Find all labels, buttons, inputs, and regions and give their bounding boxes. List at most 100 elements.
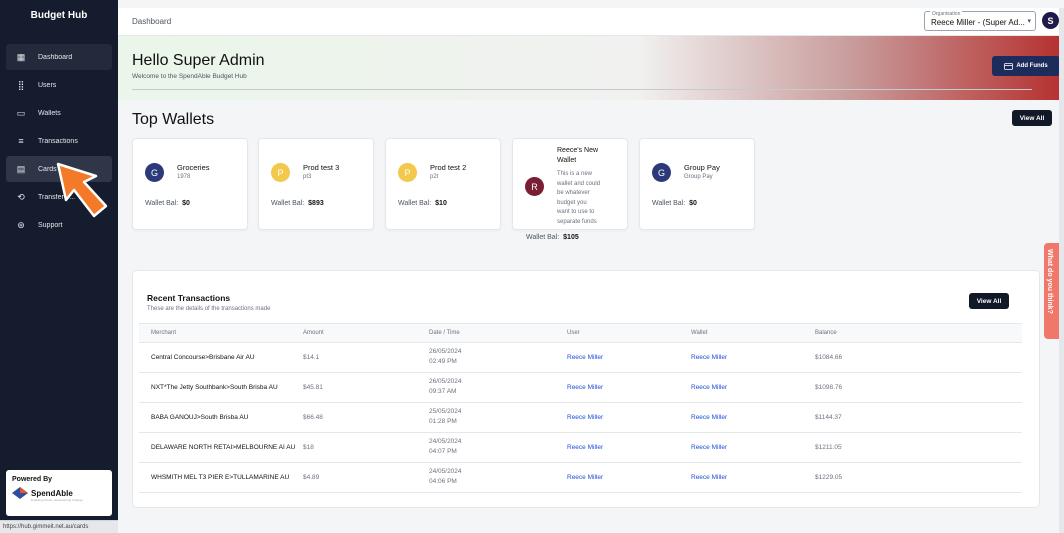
divider [132, 89, 1032, 90]
user-link[interactable]: Reece Miller [567, 384, 603, 391]
wallet-avatar: P [398, 163, 417, 182]
wallet-code: Group Pay [684, 174, 713, 180]
user-link[interactable]: Reece Miller [567, 414, 603, 421]
user-link[interactable]: Reece Miller [567, 354, 603, 361]
user-link[interactable]: Reece Miller [567, 474, 603, 481]
balance-cell: $1229.05 [815, 474, 843, 481]
user-avatar[interactable]: S [1042, 12, 1059, 29]
wallet-avatar: R [525, 177, 544, 196]
wallet-icon: ▭ [16, 107, 26, 118]
logo-text: SpendAble [31, 488, 73, 498]
wallet-link[interactable]: Reece Miller [691, 414, 727, 421]
wallet-card[interactable]: Reece's New Wallet R This is a new walle… [512, 138, 628, 230]
wallet-description: This is a new wallet and could be whatev… [557, 171, 601, 225]
wallet-name: Reece's New Wallet [557, 147, 599, 164]
column-header: User [567, 330, 580, 336]
caret-down-icon: ▾ [1027, 18, 1031, 25]
powered-by-card[interactable]: Powered By SpendAble Enabling Choice, Em… [6, 470, 112, 516]
sidebar-item-label: Users [38, 81, 57, 89]
pointer-arrow-icon [56, 162, 108, 218]
window-edge [1059, 8, 1064, 533]
transactions-icon: ≡ [18, 136, 24, 146]
column-header: Balance [815, 330, 837, 336]
wallet-card[interactable]: P Prod test 3 pt3 Wallet Bal: $893 [258, 138, 374, 230]
table-row[interactable]: WHSMITH MEL T3 PIER E>TULLAMARINE AU $4.… [139, 463, 1022, 493]
amount-cell: $14.1 [303, 354, 320, 361]
dashboard-icon: ▦ [16, 51, 26, 62]
wallet-name: Prod test 3 [303, 163, 340, 172]
sidebar: Budget Hub ▦ Dashboard ⣿ Users ▭ Wallets… [0, 0, 118, 533]
view-all-wallets-button[interactable]: View All [1012, 110, 1052, 126]
wallet-balance: Wallet Bal: $10 [398, 200, 447, 207]
date-cell: 26/05/2024 09:37 AM [429, 378, 462, 395]
sidebar-item-label: Transactions [38, 137, 78, 145]
welcome-subtitle: Welcome to the SpendAble Budget Hub [132, 73, 247, 80]
wallet-balance: Wallet Bal: $0 [652, 200, 697, 207]
column-header: Wallet [691, 330, 708, 336]
wallet-link[interactable]: Reece Miller [691, 354, 727, 361]
users-icon: ⣿ [17, 79, 25, 90]
balance-cell: $1084.66 [815, 354, 843, 361]
add-funds-button[interactable]: Add Funds [992, 56, 1060, 76]
wallet-avatar: G [652, 163, 671, 182]
transactions-subtitle: These are the details of the transaction… [147, 306, 271, 312]
wallet-balance: Wallet Bal: $893 [271, 200, 324, 207]
transactions-title: Recent Transactions [147, 293, 231, 303]
sidebar-item-wallets[interactable]: ▭ Wallets [6, 100, 112, 126]
column-header: Merchant [151, 330, 177, 336]
date-cell: 25/05/2024 01:28 PM [429, 408, 462, 425]
wallet-avatar: G [145, 163, 164, 182]
logo-tagline: Enabling Choice, Empowering Change [31, 498, 83, 502]
wallet-link[interactable]: Reece Miller [691, 444, 727, 451]
table-header: Merchant Amount Date / Time User Wallet … [139, 323, 1022, 343]
transfer-icon: ⟲ [17, 191, 25, 202]
sidebar-item-transactions[interactable]: ≡ Transactions [6, 128, 112, 154]
funds-icon [1004, 62, 1014, 70]
amount-cell: $4.89 [303, 474, 320, 481]
recent-transactions-card: Recent Transactions These are the detail… [132, 270, 1040, 508]
table-row[interactable]: Central Concourse>Brisbane Air AU $14.1 … [139, 343, 1022, 373]
table-row[interactable]: NXT*The Jetty Southbank>South Brisba AU … [139, 373, 1022, 403]
amount-cell: $18 [303, 444, 314, 451]
wallet-name: Prod test 2 [430, 163, 467, 172]
amount-cell: $66.48 [303, 414, 323, 421]
wallet-balance: Wallet Bal: $0 [145, 200, 190, 207]
balance-cell: $1144.37 [815, 414, 842, 421]
wallet-balance: Wallet Bal: $105 [526, 234, 579, 241]
wallet-code: pt3 [303, 174, 312, 180]
table-row[interactable]: DELAWARE NORTH RETAI>MELBOURNE AI AU $18… [139, 433, 1022, 463]
merchant-cell: Central Concourse>Brisbane Air AU [151, 354, 255, 361]
wallet-name: Groceries [177, 163, 210, 172]
sidebar-item-users[interactable]: ⣿ Users [6, 72, 112, 98]
sidebar-item-dashboard[interactable]: ▦ Dashboard [6, 44, 112, 70]
balance-cell: $1211.05 [815, 444, 842, 451]
date-cell: 24/05/2024 04:06 PM [429, 468, 462, 485]
organisation-value: Reece Miller - (Super Ad... [931, 18, 1025, 27]
welcome-title: Hello Super Admin [132, 52, 265, 69]
spendable-logo-icon [12, 487, 28, 499]
wallet-name: Group Pay [684, 163, 720, 172]
wallet-card[interactable]: G Groceries 1978 Wallet Bal: $0 [132, 138, 248, 230]
sidebar-item-label: Dashboard [38, 53, 73, 61]
user-link[interactable]: Reece Miller [567, 444, 603, 451]
brand-title: Budget Hub [30, 9, 88, 21]
table-row[interactable]: BABA GANOUJ>South Brisba AU $66.48 25/05… [139, 403, 1022, 433]
balance-cell: $1098.76 [815, 384, 843, 391]
welcome-banner: Hello Super Admin Welcome to the SpendAb… [118, 36, 1064, 100]
column-header: Date / Time [429, 330, 460, 336]
top-wallets-title: Top Wallets [132, 111, 215, 128]
wallet-card[interactable]: G Group Pay Group Pay Wallet Bal: $0 [639, 138, 755, 230]
organisation-select[interactable]: Organisation Reece Miller - (Super Ad...… [924, 11, 1036, 31]
powered-by-label: Powered By [12, 476, 53, 483]
sidebar-item-label: Wallets [38, 109, 61, 117]
wallet-link[interactable]: Reece Miller [691, 384, 727, 391]
add-funds-label: Add Funds [1016, 63, 1048, 69]
organisation-label: Organisation [930, 11, 963, 17]
wallet-card[interactable]: P Prod test 2 p2t Wallet Bal: $10 [385, 138, 501, 230]
wallet-link[interactable]: Reece Miller [691, 474, 727, 481]
view-all-transactions-button[interactable]: View All [969, 293, 1009, 309]
page-breadcrumb: Dashboard [132, 17, 172, 26]
merchant-cell: BABA GANOUJ>South Brisba AU [151, 414, 249, 421]
top-bar: Dashboard Organisation Reece Miller - (S… [118, 8, 1064, 36]
card-icon: ▤ [16, 163, 26, 174]
